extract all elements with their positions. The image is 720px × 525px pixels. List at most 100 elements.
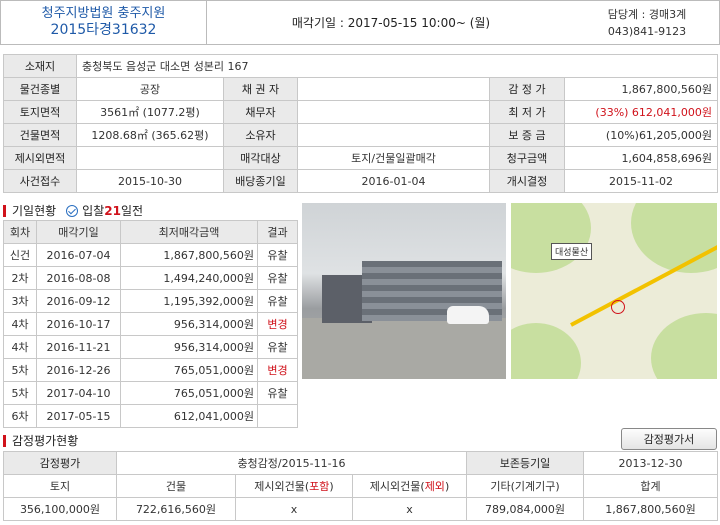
round: 5차 <box>3 358 37 382</box>
car <box>447 306 489 324</box>
court-name: 청주지방법원 충주지원 <box>41 6 166 21</box>
sale-date: 2016-09-12 <box>36 289 121 313</box>
history-heading: 기일현황 입찰 21 일전 <box>3 202 143 219</box>
appraisal-value-row: 356,100,000원 722,616,560원 x x 789,084,00… <box>3 497 719 521</box>
appraisal-heading: 감정평가현황 <box>3 432 78 449</box>
sale-date: 2016-08-08 <box>36 266 121 290</box>
table-row: 신건 2016-07-04 1,867,800,560원 유찰 <box>3 243 298 267</box>
info-value: 3561㎡ (1077.2평) <box>76 100 224 124</box>
table-row: 4차 2016-10-17 956,314,000원 변경 <box>3 312 298 336</box>
col-header: 결과 <box>257 220 298 244</box>
result: 유찰 <box>257 289 298 313</box>
appraisal-table: 감정평가 충청감정/2015-11-16 보존등기일 2013-12-30 토지… <box>3 451 719 521</box>
col-header: 제시외건물(포함) <box>235 474 353 498</box>
building-value: 722,616,560원 <box>116 497 236 521</box>
info-label: 사건접수 <box>3 169 77 193</box>
info-label: 제시외면적 <box>3 146 77 170</box>
parking-lot <box>302 318 506 379</box>
location-map[interactable]: 대성물산 <box>511 203 717 379</box>
location-value: 충청북도 음성군 대소면 성본리 167 <box>75 54 719 78</box>
division: 담당계 : 경매3계 <box>607 8 687 21</box>
total-value: 1,867,800,560원 <box>583 497 719 521</box>
location-row: 소재지 충청북도 음성군 대소면 성본리 167 <box>3 54 719 78</box>
info-value <box>297 100 490 124</box>
property-photo[interactable] <box>302 203 506 379</box>
info-label: 채무자 <box>223 100 298 124</box>
appraisal-org-row: 감정평가 충청감정/2015-11-16 보존등기일 2013-12-30 <box>3 451 719 475</box>
result: 유찰 <box>257 335 298 359</box>
map-green-area <box>511 203 591 273</box>
location-marker-icon <box>611 300 625 314</box>
info-label: 배당종기일 <box>223 169 298 193</box>
result <box>257 404 298 428</box>
sale-date: 2016-12-26 <box>36 358 121 382</box>
col-header: 건물 <box>116 474 236 498</box>
heading-marker <box>3 204 6 217</box>
result: 유찰 <box>257 266 298 290</box>
bid-days: 21 <box>104 203 121 218</box>
appraisal-header-row: 토지 건물 제시외건물(포함) 제시외건물(제외) 기타(기계기구) 합계 <box>3 474 719 498</box>
table-row: 2차 2016-08-08 1,494,240,000원 유찰 <box>3 266 298 290</box>
info-value <box>297 77 490 101</box>
registration-value: 2013-12-30 <box>583 451 719 475</box>
sale-date: 매각기일 : 2017-05-15 10:00~ (월) <box>291 16 491 30</box>
contact-block: 담당계 : 경매3계 043)841-9123 <box>575 1 719 44</box>
info-value: 2016-01-04 <box>297 169 490 193</box>
result: 변경 <box>257 358 298 382</box>
min-price: 1,867,800,560원 <box>120 243 258 267</box>
claim-amount: 1,604,858,696원 <box>563 146 719 170</box>
round: 4차 <box>3 312 37 336</box>
result: 유찰 <box>257 243 298 267</box>
case-number: 2015타경31632 <box>50 22 157 38</box>
map-label: 대성물산 <box>551 243 593 260</box>
map-green-area <box>631 203 717 273</box>
col-header-highlight: 제외 <box>424 480 445 493</box>
bid-suffix: 일전 <box>120 204 144 218</box>
info-label: 매각대상 <box>223 146 298 170</box>
col-header: 토지 <box>3 474 117 498</box>
info-row: 사건접수 2015-10-30 배당종기일 2016-01-04 개시결정 20… <box>3 169 719 193</box>
minimum-price: (33%) 612,041,000원 <box>563 100 719 124</box>
min-price: 1,494,240,000원 <box>120 266 258 290</box>
table-row: 5차 2016-12-26 765,051,000원 변경 <box>3 358 298 382</box>
map-green-area <box>511 323 581 379</box>
sale-date: 2016-10-17 <box>36 312 121 336</box>
info-label: 물건종별 <box>3 77 77 101</box>
col-header: 기타(기계기구) <box>466 474 585 498</box>
sale-date: 2016-07-04 <box>36 243 121 267</box>
registration-label: 보존등기일 <box>466 451 585 475</box>
col-header-highlight: 포함 <box>309 480 330 493</box>
round: 2차 <box>3 266 37 290</box>
info-value <box>297 123 490 147</box>
appraisal-org-label: 감정평가 <box>3 451 117 475</box>
info-label: 토지면적 <box>3 100 77 124</box>
phone: 043)841-9123 <box>607 25 687 38</box>
court-block: 청주지방법원 충주지원 2015타경31632 <box>1 1 207 44</box>
land-value: 356,100,000원 <box>3 497 117 521</box>
property-info-table: 소재지 충청북도 음성군 대소면 성본리 167 물건종별 공장 채 권 자 감… <box>3 54 719 193</box>
info-value: 공장 <box>76 77 224 101</box>
extra-building-excl: x <box>351 497 468 521</box>
col-header-text: 제시외건물( <box>369 480 425 493</box>
info-label: 소유자 <box>223 123 298 147</box>
min-price: 956,314,000원 <box>120 335 258 359</box>
min-price: 765,051,000원 <box>120 358 258 382</box>
info-value: 2015-10-30 <box>76 169 224 193</box>
col-header: 합계 <box>583 474 719 498</box>
deposit: (10%)61,205,000원 <box>563 123 719 147</box>
history-header-row: 회차 매각기일 최저매각금액 결과 <box>3 220 298 244</box>
min-price: 1,195,392,000원 <box>120 289 258 313</box>
appraisal-report-button[interactable]: 감정평가서 <box>621 428 717 450</box>
info-row: 건물면적 1208.68㎡ (365.62평) 소유자 보 증 금 (10%)6… <box>3 123 719 147</box>
min-price: 956,314,000원 <box>120 312 258 336</box>
case-header: 청주지방법원 충주지원 2015타경31632 매각기일 : 2017-05-1… <box>0 0 720 45</box>
info-value: 1208.68㎡ (365.62평) <box>76 123 224 147</box>
round: 3차 <box>3 289 37 313</box>
info-value: 2015-11-02 <box>563 169 719 193</box>
table-row: 5차 2017-04-10 765,051,000원 유찰 <box>3 381 298 405</box>
info-label: 개시결정 <box>489 169 565 193</box>
info-label: 감 정 가 <box>489 77 565 101</box>
col-header: 매각기일 <box>36 220 121 244</box>
sale-date: 2017-05-15 <box>36 404 121 428</box>
col-header-text: 제시외건물( <box>254 480 310 493</box>
